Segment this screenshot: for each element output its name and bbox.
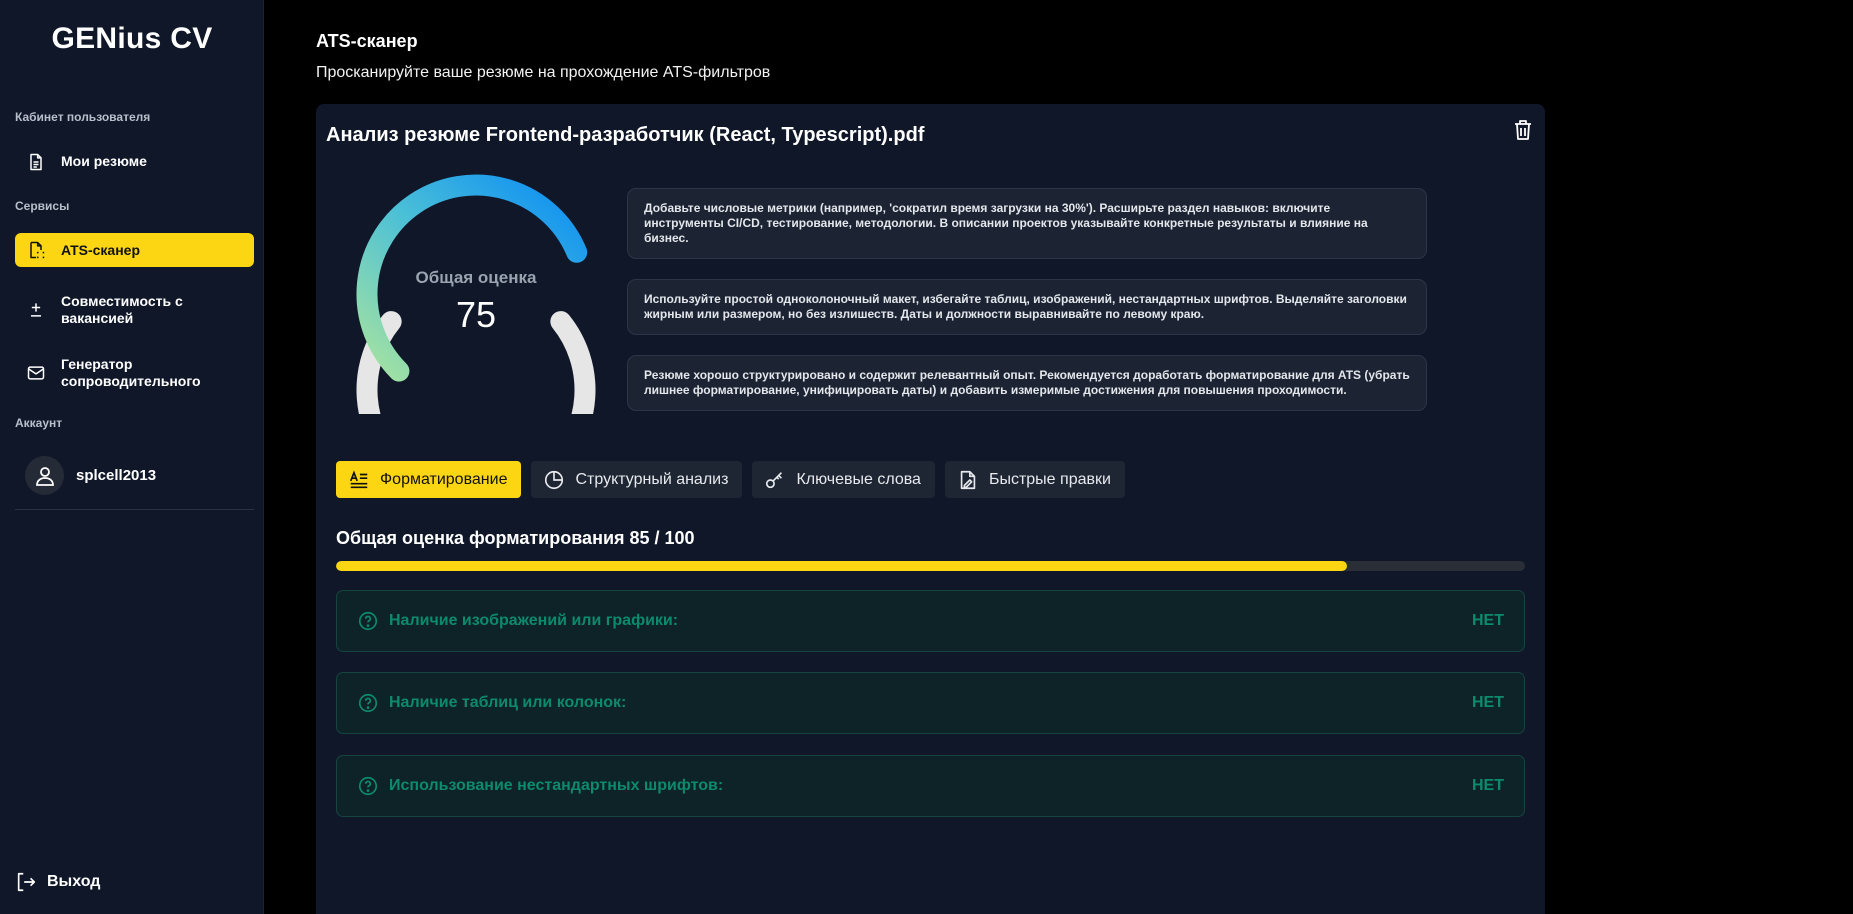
logout-button[interactable]: Выход — [15, 871, 100, 893]
check-item-fonts: Использование нестандартных шрифтов: НЕТ — [336, 755, 1525, 817]
tab-label: Ключевые слова — [796, 470, 921, 488]
formatting-progress-bar — [336, 561, 1525, 571]
section-label-account: Аккаунт — [15, 416, 63, 430]
sidebar-item-compatibility[interactable]: Совместимость с вакансией — [15, 290, 254, 330]
app-logo[interactable]: GENius CV — [0, 22, 264, 56]
check-label: Наличие изображений или графики: — [389, 612, 679, 629]
tab-label: Быстрые правки — [988, 470, 1111, 488]
section-label-cabinet: Кабинет пользователя — [15, 110, 151, 124]
file-edit-icon — [960, 470, 976, 489]
sidebar-item-label: Мои резюме — [61, 153, 147, 169]
plus-minus-icon — [25, 299, 47, 321]
tab-label: Форматирование — [380, 470, 508, 488]
progress-fill — [336, 561, 1347, 571]
formatting-score-title: Общая оценка форматирования 85 / 100 — [336, 528, 695, 548]
check-item-tables: Наличие таблиц или колонок: НЕТ — [336, 672, 1525, 734]
sidebar-divider — [15, 509, 254, 510]
delete-button[interactable] — [1511, 118, 1535, 142]
page-title: ATS-сканер — [316, 31, 418, 51]
sidebar: GENius CV Кабинет пользователя Мои резюм… — [0, 0, 264, 914]
pie-chart-icon — [545, 470, 564, 489]
sidebar-item-ats-scanner[interactable]: ATS-сканер — [15, 233, 254, 267]
check-value: НЕТ — [1472, 777, 1504, 794]
question-circle-icon — [358, 776, 378, 796]
sidebar-item-cover-letter[interactable]: Генератор сопроводительного — [15, 353, 254, 393]
sidebar-item-label: ATS-сканер — [61, 241, 140, 258]
sidebar-item-my-resumes[interactable]: Мои резюме — [15, 143, 254, 180]
user-icon — [35, 466, 54, 486]
logout-label: Выход — [47, 873, 101, 890]
analysis-tabs: Форматирование Структурный анализ Ключев… — [336, 461, 1135, 498]
mail-icon — [25, 362, 47, 384]
recommendation-card: Добавьте числовые метрики (например, 'со… — [627, 188, 1427, 259]
sidebar-item-label: Совместимость с вакансией — [61, 293, 183, 326]
question-circle-icon — [358, 611, 378, 631]
user-name: splcell2013 — [76, 467, 157, 484]
file-scan-icon — [25, 239, 47, 261]
key-icon — [766, 471, 783, 488]
analysis-card: Анализ резюме Frontend-разработчик (Reac… — [316, 104, 1545, 914]
score-label: Общая оценка — [415, 268, 537, 287]
tab-quick-fixes[interactable]: Быстрые правки — [944, 461, 1125, 498]
check-label: Использование нестандартных шрифтов: — [389, 777, 724, 794]
sidebar-item-label: Генератор сопроводительного — [61, 356, 201, 389]
page-subtitle: Просканируйте ваше резюме на прохождение… — [316, 64, 771, 81]
tab-structure[interactable]: Структурный анализ — [531, 461, 743, 498]
user-profile[interactable]: splcell2013 — [25, 456, 156, 495]
check-value: НЕТ — [1472, 694, 1504, 711]
tab-keywords[interactable]: Ключевые слова — [752, 461, 935, 498]
recommendation-card: Используйте простой одноколоночный макет… — [627, 279, 1427, 335]
avatar — [25, 456, 64, 495]
question-circle-icon — [358, 693, 378, 713]
document-icon — [25, 151, 47, 173]
score-value: 75 — [455, 294, 497, 335]
tab-label: Структурный анализ — [575, 470, 729, 488]
logout-icon — [17, 872, 36, 892]
tab-formatting[interactable]: Форматирование — [336, 461, 522, 498]
trash-icon — [1515, 120, 1531, 140]
section-label-services: Сервисы — [15, 199, 70, 213]
check-item-images: Наличие изображений или графики: НЕТ — [336, 590, 1525, 652]
text-align-icon — [349, 469, 368, 488]
analysis-title: Анализ резюме Frontend-разработчик (Reac… — [326, 124, 925, 146]
score-gauge: Общая оценка 75 — [356, 174, 596, 414]
recommendation-card: Резюме хорошо структурировано и содержит… — [627, 355, 1427, 411]
check-label: Наличие таблиц или колонок: — [389, 694, 627, 711]
check-value: НЕТ — [1472, 612, 1504, 629]
